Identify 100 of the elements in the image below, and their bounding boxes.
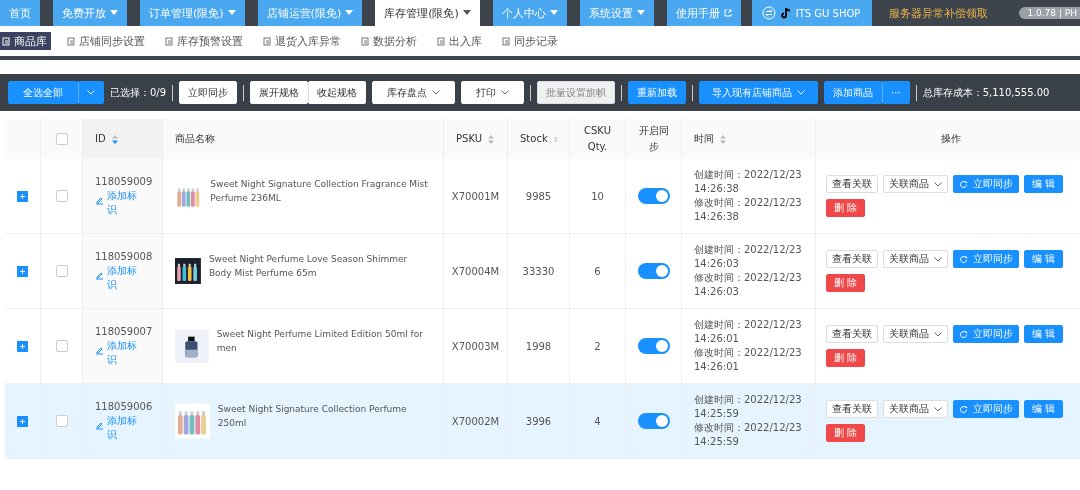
- delete-button[interactable]: 删 除: [826, 199, 866, 217]
- sync-toggle[interactable]: [637, 263, 670, 279]
- chevron-down-icon: [432, 90, 441, 95]
- sync-toggle[interactable]: [637, 188, 670, 204]
- product-name: Sweet Night Signature Collection Fragrance Mist Perfume 236ML: [210, 178, 429, 205]
- edit-button[interactable]: 编 辑: [1024, 325, 1064, 343]
- checkbox[interactable]: [55, 190, 68, 202]
- sync-now-button[interactable]: 立即同步: [953, 250, 1019, 268]
- pencil-icon: [95, 345, 104, 355]
- link-product-dropdown[interactable]: 关联商品: [883, 325, 948, 343]
- nav-tab[interactable]: 库存管理(限免): [375, 0, 480, 26]
- table-cell: 1998: [525, 340, 552, 352]
- spec-toggle-button[interactable]: 展开规格: [250, 81, 309, 104]
- chevron-down-icon: [501, 90, 510, 95]
- time-text: 14:26:03: [694, 285, 739, 299]
- nav-tab[interactable]: 使用手册: [666, 0, 741, 26]
- more-button[interactable]: ···: [882, 81, 910, 104]
- edit-button[interactable]: 编 辑: [1024, 250, 1064, 268]
- subnav-tab[interactable]: 库存预警设置: [163, 32, 247, 50]
- subnav-tab[interactable]: 退货入库异常: [261, 32, 345, 50]
- table-cell: 4: [594, 415, 601, 427]
- caret-icon: [462, 10, 471, 16]
- nav-tab[interactable]: 首页: [0, 0, 40, 26]
- table-cell: 118059007: [95, 325, 153, 337]
- sync-toggle[interactable]: [637, 338, 670, 354]
- sync-now-button[interactable]: 立即同步: [953, 175, 1019, 193]
- column-header: 商品名称: [163, 119, 444, 159]
- sort-icon[interactable]: [720, 134, 726, 144]
- time-text: 创建时间：2022/12/23: [694, 318, 802, 332]
- expand-icon[interactable]: [17, 190, 28, 202]
- checkbox[interactable]: [55, 340, 68, 352]
- caret-icon: [110, 10, 118, 16]
- promo-link[interactable]: 服务器异常补偿领取: [889, 5, 989, 21]
- chevron-down-icon: [934, 331, 942, 337]
- table-cell: X70001M: [451, 190, 500, 202]
- pencil-icon: [95, 195, 104, 205]
- document-icon: [437, 36, 446, 46]
- chevron-down-icon: [87, 90, 95, 95]
- link-product-dropdown[interactable]: 关联商品: [883, 400, 948, 418]
- refresh-icon: [959, 254, 968, 264]
- chevron-down-icon: [797, 90, 806, 95]
- expand-icon[interactable]: [17, 415, 28, 427]
- product-name: Sweet Night Perfume Limited Edition 50ml for men: [216, 328, 424, 355]
- time-text: 修改时间：2022/12/23: [694, 196, 802, 210]
- column-header: 操作: [816, 119, 1080, 159]
- dropdown-button[interactable]: 打印: [461, 81, 525, 104]
- dropdown-button[interactable]: 库存盘点: [372, 81, 456, 104]
- column-header: PSKU: [444, 119, 508, 159]
- sync-toggle[interactable]: [637, 413, 670, 429]
- document-icon: [361, 36, 370, 46]
- subnav-tab[interactable]: 商品库: [0, 32, 51, 50]
- spec-toggle-button[interactable]: 收起规格: [308, 81, 367, 104]
- column-header: 开启同步: [626, 119, 682, 159]
- edit-button[interactable]: 编 辑: [1024, 400, 1064, 418]
- delete-button[interactable]: 删 除: [826, 424, 866, 442]
- chevron-down-icon: [934, 256, 942, 262]
- sort-icon[interactable]: [488, 134, 494, 144]
- view-links-button[interactable]: 查看关联: [826, 250, 878, 268]
- view-links-button[interactable]: 查看关联: [826, 175, 878, 193]
- nav-tab[interactable]: 个人中心: [492, 0, 567, 26]
- add-tag-link[interactable]: 添加标识: [95, 338, 145, 367]
- checkbox[interactable]: [55, 133, 68, 145]
- table-cell: 118059009: [95, 175, 153, 187]
- subnav-tab[interactable]: 店铺同步设置: [65, 32, 149, 50]
- expand-icon[interactable]: [17, 265, 28, 277]
- subnav-tab[interactable]: 同步记录: [500, 32, 562, 50]
- sort-icon[interactable]: [553, 134, 557, 144]
- add-tag-link[interactable]: 添加标识: [95, 188, 145, 217]
- checkbox[interactable]: [55, 415, 68, 427]
- add-product-button[interactable]: 添加商品: [824, 81, 883, 104]
- sort-icon[interactable]: [111, 134, 118, 144]
- view-links-button[interactable]: 查看关联: [826, 400, 878, 418]
- sync-now-button[interactable]: 立即同步: [179, 81, 238, 104]
- nav-tab[interactable]: 免费开放: [53, 0, 127, 26]
- link-product-dropdown[interactable]: 关联商品: [883, 250, 948, 268]
- nav-tab[interactable]: 店铺运营(限免): [257, 0, 363, 26]
- subnav-tab[interactable]: 出入库: [435, 32, 486, 50]
- column-header: ID: [83, 119, 163, 159]
- add-tag-link[interactable]: 添加标识: [95, 413, 145, 442]
- time-text: 创建时间：2022/12/23: [694, 243, 802, 257]
- expand-icon[interactable]: [17, 340, 28, 352]
- add-tag-link[interactable]: 添加标识: [95, 263, 145, 292]
- sync-now-button[interactable]: 立即同步: [953, 400, 1019, 418]
- link-product-dropdown[interactable]: 关联商品: [883, 175, 948, 193]
- checkbox[interactable]: [55, 265, 68, 277]
- reload-button[interactable]: 重新加载: [628, 81, 687, 104]
- nav-tab[interactable]: 系统设置: [579, 0, 654, 26]
- sync-now-button[interactable]: 立即同步: [953, 325, 1019, 343]
- subnav-tab[interactable]: 数据分析: [359, 32, 421, 50]
- time-text: 14:25:59: [694, 407, 739, 421]
- import-button[interactable]: 导入现有店铺商品: [699, 81, 819, 104]
- table-cell: 3996: [525, 415, 552, 427]
- view-links-button[interactable]: 查看关联: [826, 325, 878, 343]
- delete-button[interactable]: 删 除: [826, 274, 866, 292]
- shop-switcher[interactable]: ITS GU SHOP: [751, 0, 873, 26]
- edit-button[interactable]: 编 辑: [1024, 175, 1064, 193]
- nav-tab[interactable]: 订单管理(限免): [140, 0, 245, 26]
- refresh-icon: [959, 404, 968, 414]
- select-all-button[interactable]: 全选全部: [8, 81, 78, 104]
- delete-button[interactable]: 删 除: [826, 349, 866, 367]
